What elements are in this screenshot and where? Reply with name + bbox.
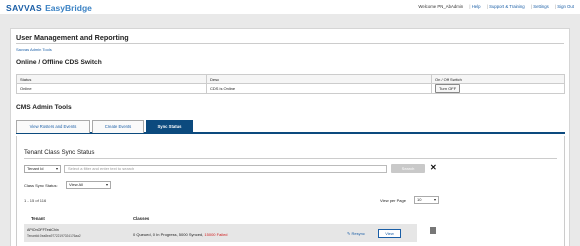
column-header-status: Status — [16, 74, 207, 84]
resync-link[interactable]: ✎ Resync — [347, 231, 365, 236]
nav-separator: | — [486, 4, 488, 9]
scrollbar-thumb[interactable] — [430, 227, 436, 234]
chevron-down-icon: ▾ — [105, 182, 108, 187]
tab-view-rosters-events[interactable]: View Rosters and Events — [16, 120, 90, 133]
classes-status: 0 Queued, 0 In Progress, 5000 Synced, 15… — [133, 232, 228, 237]
cms-tools-title: CMS Admin Tools — [16, 104, 72, 111]
column-header-classes: Classes — [133, 216, 150, 221]
cds-switch-table: Status Desc On / Off Switch Online CDS i… — [16, 74, 565, 94]
welcome-text: Welcome PN_AbAdmin — [418, 4, 464, 9]
column-header-switch: On / Off Switch — [431, 74, 565, 84]
sign-out-link[interactable]: Sign Out — [557, 4, 574, 9]
top-header: SAVVAS EasyBridge Welcome PN_AbAdmin | He… — [0, 0, 580, 14]
filter-select-value: Tenant Id — [27, 166, 44, 171]
resync-label: Resync — [351, 231, 365, 236]
main-panel: User Management and Reporting Savvas Adm… — [10, 28, 570, 246]
chevron-down-icon: ▾ — [55, 166, 58, 171]
classes-counts: 0 Queued, 0 In Progress, 5000 Synced, — [133, 232, 205, 237]
view-button[interactable]: View — [378, 229, 401, 238]
section-divider — [24, 158, 557, 159]
class-sync-select[interactable]: View All ▾ — [66, 181, 111, 189]
close-icon[interactable]: ✕ — [430, 163, 437, 173]
view-per-page-label: View per Page — [380, 198, 406, 203]
switch-cell: Turn OFF — [431, 83, 565, 94]
cds-switch-title: Online / Offline CDS Switch — [16, 59, 102, 66]
status-cell: Online — [16, 83, 207, 94]
nav-separator: | — [469, 4, 471, 9]
resync-icon: ✎ — [347, 231, 351, 236]
tab-create-events[interactable]: Create Events — [92, 120, 144, 133]
chevron-down-icon: ▾ — [433, 197, 436, 202]
tenant-name: APIOnOFFTestChin — [27, 228, 59, 232]
filter-select[interactable]: Tenant Id ▾ — [24, 165, 61, 173]
nav-separator: | — [530, 4, 532, 9]
table-row: APIOnOFFTestChin Tenantid:0ea8ea97722197… — [24, 224, 417, 242]
view-per-page-value: 10 — [417, 197, 422, 202]
table-header-row: Status Desc On / Off Switch — [16, 74, 565, 84]
page-title: User Management and Reporting — [16, 33, 129, 42]
turn-off-button[interactable]: Turn OFF — [435, 84, 461, 93]
help-link[interactable]: Help — [472, 4, 481, 9]
brand-name: SAVVAS — [6, 3, 43, 13]
settings-link[interactable]: Settings — [533, 4, 549, 9]
column-header-desc: Desc — [206, 74, 432, 84]
tenant-id: Tenantid:0ea8ea97722197024176aa2 — [27, 234, 81, 238]
title-divider — [16, 43, 564, 44]
product-name: EasyBridge — [45, 3, 92, 13]
top-nav: Welcome PN_AbAdmin | Help | Support & Tr… — [413, 4, 574, 9]
savvas-easybridge-logo[interactable]: SAVVAS EasyBridge — [6, 3, 92, 13]
search-input[interactable]: Select a filter and enter text to search — [64, 165, 387, 173]
table-row: Online CDS is Online Turn OFF — [16, 83, 565, 94]
cms-tabs: View Rosters and Events Create Events Sy… — [16, 120, 565, 134]
support-training-link[interactable]: Support & Training — [489, 4, 525, 9]
view-per-page-select[interactable]: 10 ▾ — [414, 196, 439, 204]
nav-separator: | — [554, 4, 557, 9]
class-sync-label: Class Sync Status: — [24, 183, 58, 188]
tenant-sync-title: Tenant Class Sync Status — [24, 149, 95, 156]
search-button[interactable]: Search — [391, 164, 425, 173]
failed-count: 15000 Failed — [204, 232, 228, 237]
tab-sync-status[interactable]: Sync Status — [146, 120, 193, 133]
desc-cell: CDS is Online — [206, 83, 432, 94]
sync-status-panel: Tenant Class Sync Status Tenant Id ▾ Sel… — [16, 136, 565, 246]
class-sync-value: View All — [69, 182, 83, 187]
admin-tools-breadcrumb[interactable]: Savvas Admin Tools — [16, 47, 52, 52]
results-count: 1 - 15 of 116 — [24, 198, 47, 203]
column-header-tenant: Tenant — [31, 216, 45, 221]
